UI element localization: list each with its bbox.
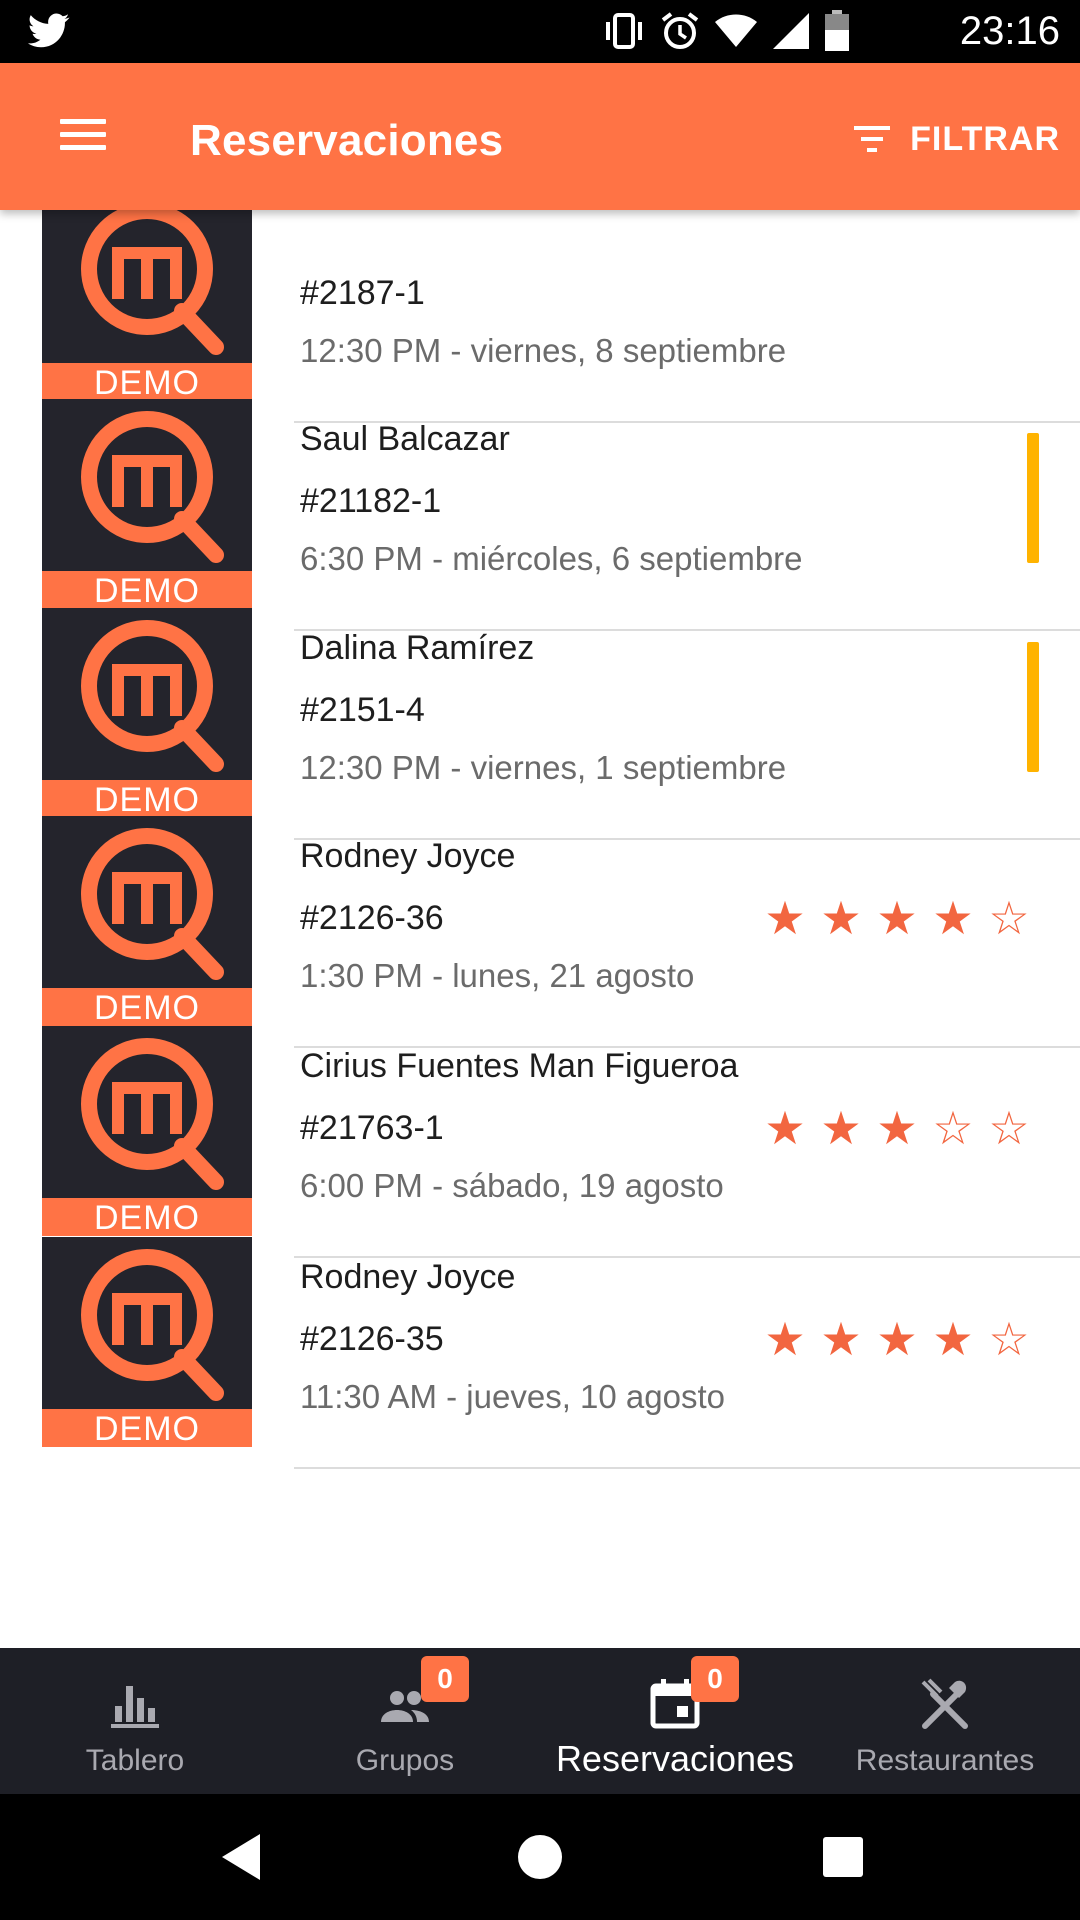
reservation-datetime: 12:30 PM - viernes, 1 septiembre: [300, 749, 787, 786]
status-bar: 23:16: [0, 0, 1080, 63]
restaurant-logo: DEMO: [42, 210, 252, 401]
restaurant-logo: DEMO: [42, 399, 252, 609]
app-bar: Reservaciones FILTRAR: [0, 63, 1080, 210]
recents-icon[interactable]: [810, 1824, 876, 1890]
tab-label: Tablero: [85, 1744, 185, 1777]
rating-stars: ★ ★ ★ ★ ☆: [762, 895, 1032, 941]
star-filled-icon: ★: [932, 892, 974, 944]
guest-name: Cirius Fuentes Man Figueroa: [300, 1047, 739, 1085]
status-time: 23:16: [959, 9, 1060, 53]
star-empty-icon: ☆: [932, 1102, 974, 1154]
wifi-icon: [715, 14, 757, 47]
system-nav-bar: [0, 1794, 1080, 1920]
reservation-code: #2151-4: [300, 691, 425, 729]
pending-status-bar: [1027, 642, 1039, 772]
filter-icon: [854, 126, 891, 152]
restaurant-logo: DEMO: [42, 1026, 252, 1236]
battery-icon: [825, 10, 849, 51]
star-empty-icon: ☆: [988, 892, 1030, 944]
reservation-code: #21763-1: [300, 1109, 444, 1147]
page-title: Reservaciones: [190, 116, 504, 165]
row-divider: [294, 1467, 1080, 1469]
restaurant-logo: DEMO: [42, 608, 252, 818]
rating-stars: ★ ★ ★ ★ ☆: [762, 1316, 1032, 1362]
reservation-datetime: 12:30 PM - viernes, 8 septiembre: [300, 332, 787, 369]
reservation-code: #2126-35: [300, 1320, 444, 1358]
reservation-datetime: 11:30 AM - jueves, 10 agosto: [300, 1378, 725, 1415]
star-filled-icon: ★: [932, 1313, 974, 1365]
star-filled-icon: ★: [820, 892, 862, 944]
reservaciones-badge: 0: [691, 1656, 739, 1702]
back-icon[interactable]: [208, 1824, 274, 1890]
guest-name: Dalina Ramírez: [300, 629, 535, 667]
menu-icon[interactable]: [52, 113, 112, 157]
star-filled-icon: ★: [876, 892, 918, 944]
guest-name: Rodney Joyce: [300, 837, 516, 875]
reservation-code: #21182-1: [300, 482, 442, 520]
reservation-code: #2187-1: [300, 274, 425, 312]
reservation-row[interactable]: DEMO Rodney Joyce #2126-35 11:30 AM - jueve…: [0, 1214, 1080, 1469]
fork-knife-icon: [921, 1678, 968, 1729]
guest-name: Rodney Joyce: [300, 1258, 516, 1296]
star-filled-icon: ★: [820, 1313, 862, 1365]
twitter-icon: [28, 13, 70, 48]
tab-label: Restaurantes: [855, 1744, 1035, 1777]
star-empty-icon: ☆: [988, 1102, 1030, 1154]
reservation-datetime: 6:00 PM - sábado, 19 agosto: [300, 1167, 724, 1204]
restaurant-logo: DEMO: [42, 1237, 252, 1447]
demo-label: DEMO: [42, 1409, 252, 1447]
bottom-nav: Tablero 0 Grupos 0 Reservaciones Restaur…: [0, 1648, 1080, 1794]
tab-restaurantes[interactable]: Restaurantes: [810, 1648, 1080, 1794]
star-filled-icon: ★: [876, 1313, 918, 1365]
reservation-list: DEMO #2187-1 12:30 PM - viernes, 8 septiem…: [0, 210, 1080, 1650]
bar-chart-icon: [111, 1686, 159, 1728]
vibrate-icon: [606, 13, 642, 49]
tab-label: Reservaciones: [555, 1738, 795, 1779]
grupos-badge: 0: [421, 1656, 469, 1702]
restaurant-logo: DEMO: [42, 816, 252, 1026]
filter-label: FILTRAR: [910, 119, 1060, 158]
filter-button[interactable]: FILTRAR: [852, 111, 1060, 167]
alarm-icon: [661, 12, 699, 49]
rating-stars: ★ ★ ★ ☆ ☆: [762, 1105, 1032, 1151]
star-filled-icon: ★: [764, 892, 806, 944]
star-filled-icon: ★: [764, 1102, 806, 1154]
star-filled-icon: ★: [876, 1102, 918, 1154]
tab-tablero[interactable]: Tablero: [0, 1648, 270, 1794]
tab-label: Grupos: [355, 1744, 455, 1777]
pending-status-bar: [1027, 433, 1039, 563]
star-filled-icon: ★: [764, 1313, 806, 1365]
tab-reservaciones[interactable]: 0 Reservaciones: [540, 1648, 810, 1794]
guest-name: Saul Balcazar: [300, 420, 510, 458]
reservation-datetime: 1:30 PM - lunes, 21 agosto: [300, 957, 695, 994]
home-icon[interactable]: [507, 1824, 573, 1890]
star-filled-icon: ★: [820, 1102, 862, 1154]
signal-icon: [773, 13, 809, 49]
reservation-datetime: 6:30 PM - miércoles, 6 septiembre: [300, 540, 803, 577]
reservation-code: #2126-36: [300, 899, 444, 937]
tab-grupos[interactable]: 0 Grupos: [270, 1648, 540, 1794]
star-empty-icon: ☆: [988, 1313, 1030, 1365]
